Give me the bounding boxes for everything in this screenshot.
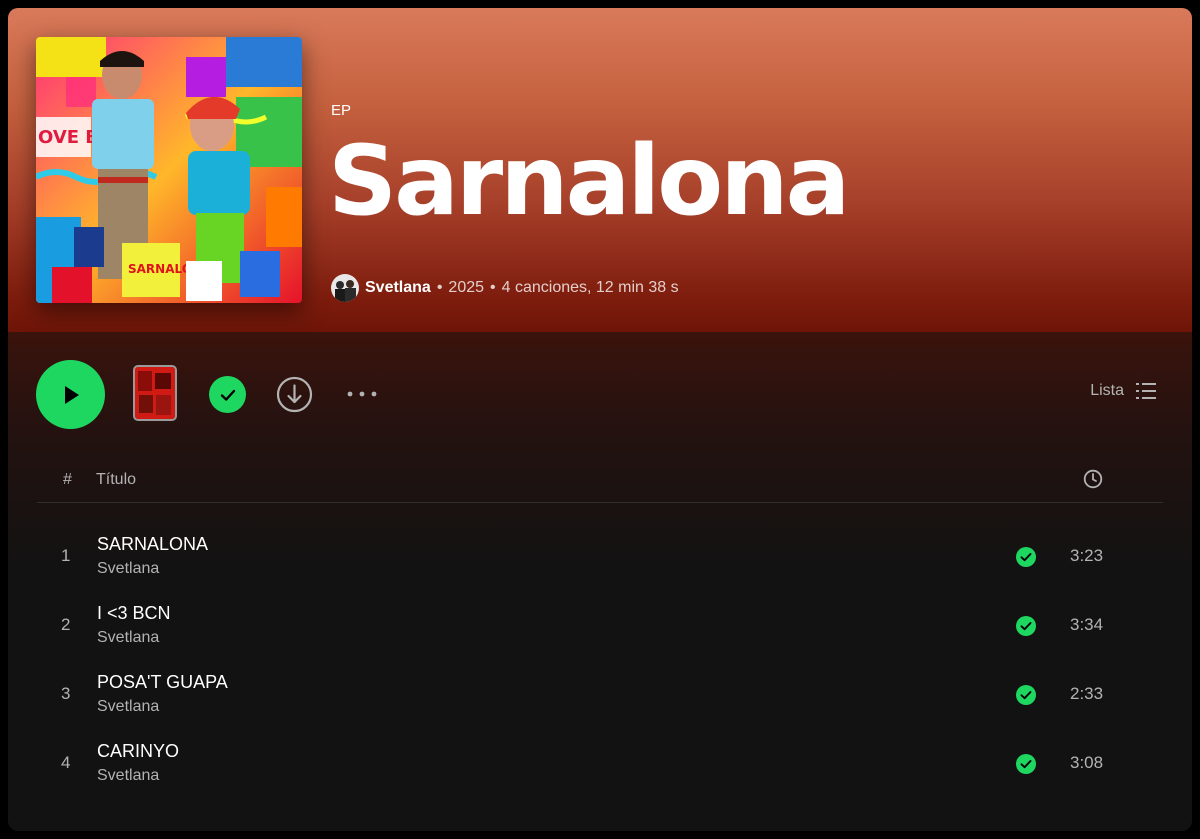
- track-title[interactable]: POSA'T GUAPA: [97, 672, 228, 693]
- more-options-button[interactable]: [344, 380, 384, 408]
- track-number: 4: [61, 753, 71, 772]
- track-row[interactable]: 2 I <3 BCN Svetlana 3:34: [37, 595, 1163, 657]
- check-icon: [220, 389, 235, 401]
- separator-dot: •: [436, 279, 443, 296]
- tracklist-header: # Título: [37, 468, 1163, 503]
- track-artist[interactable]: Svetlana: [97, 560, 159, 578]
- track-artist[interactable]: Svetlana: [97, 698, 159, 716]
- track-duration: 3:08: [1070, 753, 1104, 772]
- track-artist[interactable]: Svetlana: [97, 629, 159, 647]
- play-button[interactable]: [36, 360, 105, 429]
- track-duration: 3:23: [1070, 546, 1104, 565]
- album-summary: 4 canciones, 12 min 38 s: [501, 279, 679, 296]
- album-header: OVE B SARNALON EP Sarnalona Svetlana • 2…: [8, 8, 1192, 332]
- app-window: OVE B SARNALON EP Sarnalona Svetlana • 2…: [8, 8, 1192, 831]
- track-row[interactable]: 1 SARNALONA Svetlana 3:23: [37, 526, 1163, 588]
- saved-check-icon[interactable]: [1016, 547, 1036, 567]
- track-title[interactable]: I <3 BCN: [97, 603, 171, 624]
- now-playing-thumbnail[interactable]: [133, 365, 177, 421]
- track-duration: 3:34: [1070, 615, 1104, 634]
- saved-check-icon[interactable]: [1016, 616, 1036, 636]
- track-row[interactable]: 4 CARINYO Svetlana 3:08: [37, 733, 1163, 795]
- download-button[interactable]: [276, 376, 313, 413]
- track-duration: 2:33: [1070, 684, 1104, 703]
- track-number: 1: [61, 546, 71, 565]
- saved-library-button[interactable]: [209, 376, 246, 413]
- separator-dot: •: [490, 279, 496, 296]
- svg-text:OVE B: OVE B: [38, 127, 99, 148]
- artist-link[interactable]: Svetlana: [365, 279, 431, 297]
- track-title[interactable]: SARNALONA: [97, 534, 208, 555]
- track-number: 3: [61, 684, 71, 703]
- track-artist[interactable]: Svetlana: [97, 767, 159, 785]
- view-mode-label: Lista: [1090, 382, 1124, 399]
- album-type: EP: [331, 102, 352, 119]
- list-icon: [1136, 383, 1156, 399]
- download-icon: [276, 376, 313, 413]
- column-title: Título: [96, 471, 137, 488]
- play-icon: [64, 385, 79, 404]
- view-mode-toggle[interactable]: Lista: [1090, 382, 1156, 400]
- album-year: 2025: [448, 279, 485, 296]
- album-cover: OVE B SARNALON: [36, 37, 302, 303]
- track-row[interactable]: 3 POSA'T GUAPA Svetlana 2:33: [37, 664, 1163, 726]
- more-horizontal-icon: [347, 391, 377, 397]
- album-title: Sarnalona: [328, 125, 850, 237]
- track-title[interactable]: CARINYO: [97, 741, 179, 762]
- column-number: #: [63, 471, 72, 488]
- artist-avatar[interactable]: [331, 274, 359, 302]
- clock-icon: [1083, 469, 1103, 494]
- saved-check-icon[interactable]: [1016, 685, 1036, 705]
- track-number: 2: [61, 615, 71, 634]
- saved-check-icon[interactable]: [1016, 754, 1036, 774]
- album-meta: Svetlana • 2025 • 4 canciones, 12 min 38…: [331, 274, 679, 302]
